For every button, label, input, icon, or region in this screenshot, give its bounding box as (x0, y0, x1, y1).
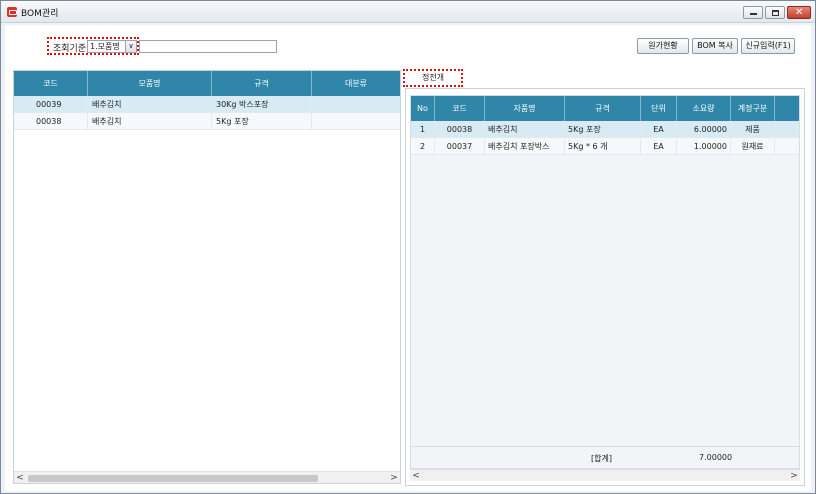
cell-extra (775, 138, 799, 155)
scroll-thumb[interactable] (28, 475, 318, 482)
cell-account-type: 제품 (731, 121, 775, 138)
cell-spec: 30Kg 박스포장 (212, 96, 312, 113)
column-header-account-type[interactable]: 계정구분 (731, 96, 775, 121)
maximize-button[interactable] (765, 6, 785, 19)
total-label: [합계] (591, 454, 612, 463)
column-header-code[interactable]: 코드 (435, 96, 485, 121)
parent-item-grid: 코드 모품명 규격 대분류 00039 배추김치 30Kg 박스포장 00038… (13, 70, 401, 484)
bom-copy-button[interactable]: BOM 복사 (692, 38, 738, 54)
minimize-button[interactable] (743, 6, 763, 19)
cell-category (312, 113, 400, 130)
cell-parent-name: 배추김치 (88, 96, 212, 113)
cell-spec: 5Kg * 6 개 (565, 138, 641, 155)
table-row[interactable]: 00038 배추김치 5Kg 포장 (14, 113, 400, 130)
cell-child-name: 배추김치 포장박스 (485, 138, 565, 155)
cell-parent-name: 배추김치 (88, 113, 212, 130)
column-header-spec[interactable]: 규격 (565, 96, 641, 121)
cell-child-name: 배추김치 (485, 121, 565, 138)
new-entry-button[interactable]: 신규입력(F1) (741, 38, 795, 54)
minimize-icon (750, 13, 757, 15)
cost-status-button[interactable]: 원가현황 (637, 38, 689, 54)
table-row[interactable]: 00039 배추김치 30Kg 박스포장 (14, 96, 400, 113)
window-title: BOM관리 (21, 9, 59, 19)
table-row[interactable]: 2 00037 배추김치 포장박스 5Kg * 6 개 EA 1.00000 원… (411, 138, 799, 155)
cell-code: 00039 (14, 96, 88, 113)
bom-window: BOM관리 ✕ 조회기준 1.모품명 ∨ 원가현황 BOM 복사 신규입력(F1… (0, 0, 816, 494)
scroll-left-icon[interactable]: < (410, 470, 422, 482)
scroll-right-icon[interactable]: > (388, 472, 400, 484)
cell-extra (775, 121, 799, 138)
cell-spec: 5Kg 포장 (565, 121, 641, 138)
child-item-panel: No 코드 자품명 규격 단위 소요량 계정구분 1 00038 배추김치 5K… (405, 88, 805, 486)
search-criteria-label: 조회기준 (53, 44, 87, 54)
close-button[interactable]: ✕ (787, 6, 811, 19)
table-row[interactable]: 1 00038 배추김치 5Kg 포장 EA 6.00000 제품 (411, 121, 799, 138)
chevron-down-icon[interactable]: ∨ (125, 40, 137, 53)
app-icon (7, 7, 17, 17)
column-header-child-name[interactable]: 자품명 (485, 96, 565, 121)
title-bar: BOM관리 ✕ (1, 1, 815, 23)
cell-category (312, 96, 400, 113)
scroll-right-icon[interactable]: > (788, 470, 800, 482)
grid-header: 코드 모품명 규격 대분류 (14, 71, 400, 96)
tab-forward-explosion[interactable]: 정전개 (403, 69, 463, 87)
horizontal-scrollbar[interactable]: < > (410, 469, 800, 481)
cell-no: 1 (411, 121, 435, 138)
column-header-code[interactable]: 코드 (14, 71, 88, 96)
search-input[interactable] (139, 40, 277, 53)
grid-header: No 코드 자품명 규격 단위 소요량 계정구분 (411, 96, 799, 121)
column-header-parent-name[interactable]: 모품명 (88, 71, 212, 96)
cell-code: 00038 (14, 113, 88, 130)
cell-code: 00037 (435, 138, 485, 155)
cell-unit: EA (641, 138, 677, 155)
cell-quantity: 1.00000 (677, 138, 731, 155)
child-item-grid: No 코드 자품명 규격 단위 소요량 계정구분 1 00038 배추김치 5K… (410, 95, 800, 447)
scroll-left-icon[interactable]: < (14, 472, 26, 484)
maximize-icon (772, 10, 779, 16)
cell-code: 00038 (435, 121, 485, 138)
total-quantity: 7.00000 (699, 453, 733, 462)
summary-footer: [합계] 7.00000 (410, 447, 800, 469)
close-icon: ✕ (795, 7, 804, 18)
column-header-category[interactable]: 대분류 (312, 71, 400, 96)
cell-spec: 5Kg 포장 (212, 113, 312, 130)
cell-unit: EA (641, 121, 677, 138)
cell-no: 2 (411, 138, 435, 155)
column-header-no[interactable]: No (411, 96, 435, 121)
column-header-spec[interactable]: 규격 (212, 71, 312, 96)
client-area: 조회기준 1.모품명 ∨ 원가현황 BOM 복사 신규입력(F1) 코드 모품명… (5, 25, 811, 491)
cell-quantity: 6.00000 (677, 121, 731, 138)
horizontal-scrollbar[interactable]: < > (14, 471, 400, 483)
column-header-quantity[interactable]: 소요량 (677, 96, 731, 121)
column-header-unit[interactable]: 단위 (641, 96, 677, 121)
cell-account-type: 원재료 (731, 138, 775, 155)
column-header-extra (775, 96, 799, 121)
